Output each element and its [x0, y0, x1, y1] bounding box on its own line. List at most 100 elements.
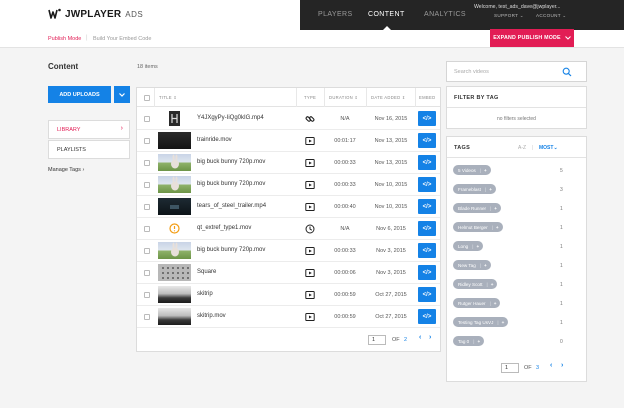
page-number-input[interactable]: 1 [368, 335, 386, 345]
sort-divider: | [532, 145, 534, 151]
nav-content[interactable]: CONTENT [368, 11, 405, 18]
tag-pill[interactable]: Rutger Hauer | + [453, 298, 501, 308]
row-title[interactable]: qt_extref_type1.mov [197, 225, 251, 231]
add-uploads-button[interactable]: ADD UPLOADS [48, 86, 111, 103]
embed-button[interactable]: </> [418, 133, 436, 148]
row-checkbox[interactable] [144, 116, 150, 122]
embed-button[interactable]: </> [418, 221, 436, 236]
column-title[interactable]: TITLE ⇕ [159, 95, 177, 100]
warning-icon [169, 223, 180, 234]
expand-publish-mode-button[interactable]: EXPAND PUBLISH MODE [490, 29, 574, 47]
tag-pill[interactable]: Blade Runner | + [453, 203, 501, 213]
account-menu[interactable]: ACCOUNT ⌄ [536, 13, 566, 19]
tags-next-page-icon[interactable]: › [561, 362, 563, 369]
add-tag-icon[interactable]: + [491, 282, 494, 287]
add-tag-icon[interactable]: + [477, 339, 480, 344]
row-checkbox[interactable] [144, 226, 150, 232]
tab-publish-mode[interactable]: Publish Mode [48, 36, 81, 42]
row-date: Nov 10, 2015 [374, 182, 408, 188]
tag-pill[interactable]: Ridley Scott | + [453, 279, 498, 289]
sort-most-button[interactable]: MOST⌄ [539, 145, 558, 151]
row-title[interactable]: Y4JXgyPy-IiQg0kIG.mp4 [197, 115, 264, 121]
table-row[interactable]: big buck bunny 720p.mov 00:00:33 Nov 10,… [137, 174, 440, 196]
table-row[interactable]: skitrip 00:00:59 Oct 27, 2015 </> [137, 284, 440, 306]
table-row[interactable]: big buck bunny 720p.mov 00:00:33 Nov 13,… [137, 152, 440, 174]
embed-button[interactable]: </> [418, 287, 436, 302]
row-title[interactable]: Square [197, 269, 216, 275]
embed-button[interactable]: </> [418, 309, 436, 324]
row-checkbox[interactable] [144, 248, 150, 254]
row-title[interactable]: tears_of_steel_trailer.mp4 [197, 203, 266, 209]
nav-players[interactable]: PLAYERS [318, 11, 353, 18]
row-title[interactable]: big buck bunny 720p.mov [197, 159, 265, 165]
tag-pill[interactable]: Long | + [453, 241, 484, 251]
add-tag-icon[interactable]: + [484, 263, 487, 268]
tag-label: New Tag [458, 262, 476, 268]
row-title[interactable]: big buck bunny 720p.mov [197, 247, 265, 253]
column-date-added[interactable]: DATE ADDED ⇕ [371, 95, 406, 100]
tag-pill[interactable]: Helmut Berger | + [453, 222, 503, 232]
add-uploads-dropdown[interactable] [114, 86, 130, 103]
row-checkbox[interactable] [144, 270, 150, 276]
prev-page-icon[interactable]: ‹ [419, 334, 421, 341]
sidebar-item-library[interactable]: LIBRARY › [48, 120, 130, 139]
filter-title: FILTER BY TAG [454, 95, 499, 101]
tab-build-embed-code[interactable]: Build Your Embed Code [93, 36, 151, 42]
row-title[interactable]: skitrip [197, 291, 213, 297]
table-row[interactable]: tears_of_steel_trailer.mp4 00:00:40 Nov … [137, 196, 440, 218]
tags-page-input[interactable]: 1 [501, 363, 519, 373]
row-checkbox[interactable] [144, 204, 150, 210]
row-checkbox[interactable] [144, 292, 150, 298]
add-tag-icon[interactable]: + [484, 168, 487, 173]
tags-title: TAGS [454, 145, 471, 151]
nav-analytics[interactable]: ANALYTICS [424, 11, 466, 18]
add-tag-icon[interactable]: + [476, 244, 479, 249]
row-checkbox[interactable] [144, 182, 150, 188]
table-row[interactable]: skitrip.mov 00:00:59 Oct 27, 2015 </> [137, 306, 440, 328]
tag-pill[interactable]: New Tag | + [453, 260, 491, 270]
support-menu[interactable]: SUPPORT ⌄ [494, 13, 524, 19]
jwplayer-logo[interactable]: JWPLAYER ADS [48, 7, 143, 21]
search-icon[interactable] [562, 67, 572, 77]
embed-button[interactable]: </> [418, 111, 436, 126]
tag-pill[interactable]: Testing Tag UsVJ | + [453, 317, 509, 327]
row-title[interactable]: big buck bunny 720p.mov [197, 181, 265, 187]
select-all-checkbox[interactable] [144, 95, 150, 101]
add-tag-icon[interactable]: + [496, 225, 499, 230]
row-date: Nov 3, 2015 [376, 270, 406, 276]
tag-label: Testing Tag UsVJ [458, 319, 494, 325]
add-tag-icon[interactable]: + [494, 206, 497, 211]
embed-button[interactable]: </> [418, 155, 436, 170]
add-tag-icon[interactable]: + [494, 301, 497, 306]
table-row[interactable]: Y4JXgyPy-IiQg0kIG.mp4 N/A Nov 16, 2015 <… [137, 108, 440, 130]
search-input[interactable]: Search videos [454, 69, 489, 75]
tags-prev-page-icon[interactable]: ‹ [550, 362, 552, 369]
row-title[interactable]: skitrip.mov [197, 313, 226, 319]
tag-pill[interactable]: 5 Videos | + [453, 165, 491, 175]
row-checkbox[interactable] [144, 314, 150, 320]
embed-button[interactable]: </> [418, 177, 436, 192]
add-tag-icon[interactable]: + [489, 187, 492, 192]
embed-button[interactable]: </> [418, 243, 436, 258]
tag-label: Blade Runner [458, 205, 487, 211]
table-row[interactable]: Square 00:00:06 Nov 3, 2015 </> [137, 262, 440, 284]
search-box[interactable]: Search videos [446, 61, 587, 82]
tag-pill[interactable]: Tag 0 | + [453, 336, 485, 346]
add-tag-icon[interactable]: + [502, 320, 505, 325]
tag-pill[interactable]: Frameblast | + [453, 184, 496, 194]
embed-button[interactable]: </> [418, 265, 436, 280]
sidebar-item-playlists[interactable]: PLAYLISTS [48, 140, 130, 159]
table-row[interactable]: trainride.mov 00:01:17 Nov 13, 2015 </> [137, 130, 440, 152]
column-duration[interactable]: DURATION ⇕ [329, 95, 358, 100]
row-duration: 00:00:40 [334, 204, 356, 210]
row-checkbox[interactable] [144, 138, 150, 144]
table-row[interactable]: big buck bunny 720p.mov 00:00:33 Nov 3, … [137, 240, 440, 262]
next-page-icon[interactable]: › [429, 334, 431, 341]
row-checkbox[interactable] [144, 160, 150, 166]
sort-az-button[interactable]: A-Z [518, 145, 526, 151]
table-row[interactable]: qt_extref_type1.mov N/A Nov 6, 2015 </> [137, 218, 440, 240]
manage-tags-link[interactable]: Manage Tags › [48, 167, 84, 173]
row-title[interactable]: trainride.mov [197, 137, 232, 143]
embed-button[interactable]: </> [418, 199, 436, 214]
video-icon [305, 203, 315, 211]
